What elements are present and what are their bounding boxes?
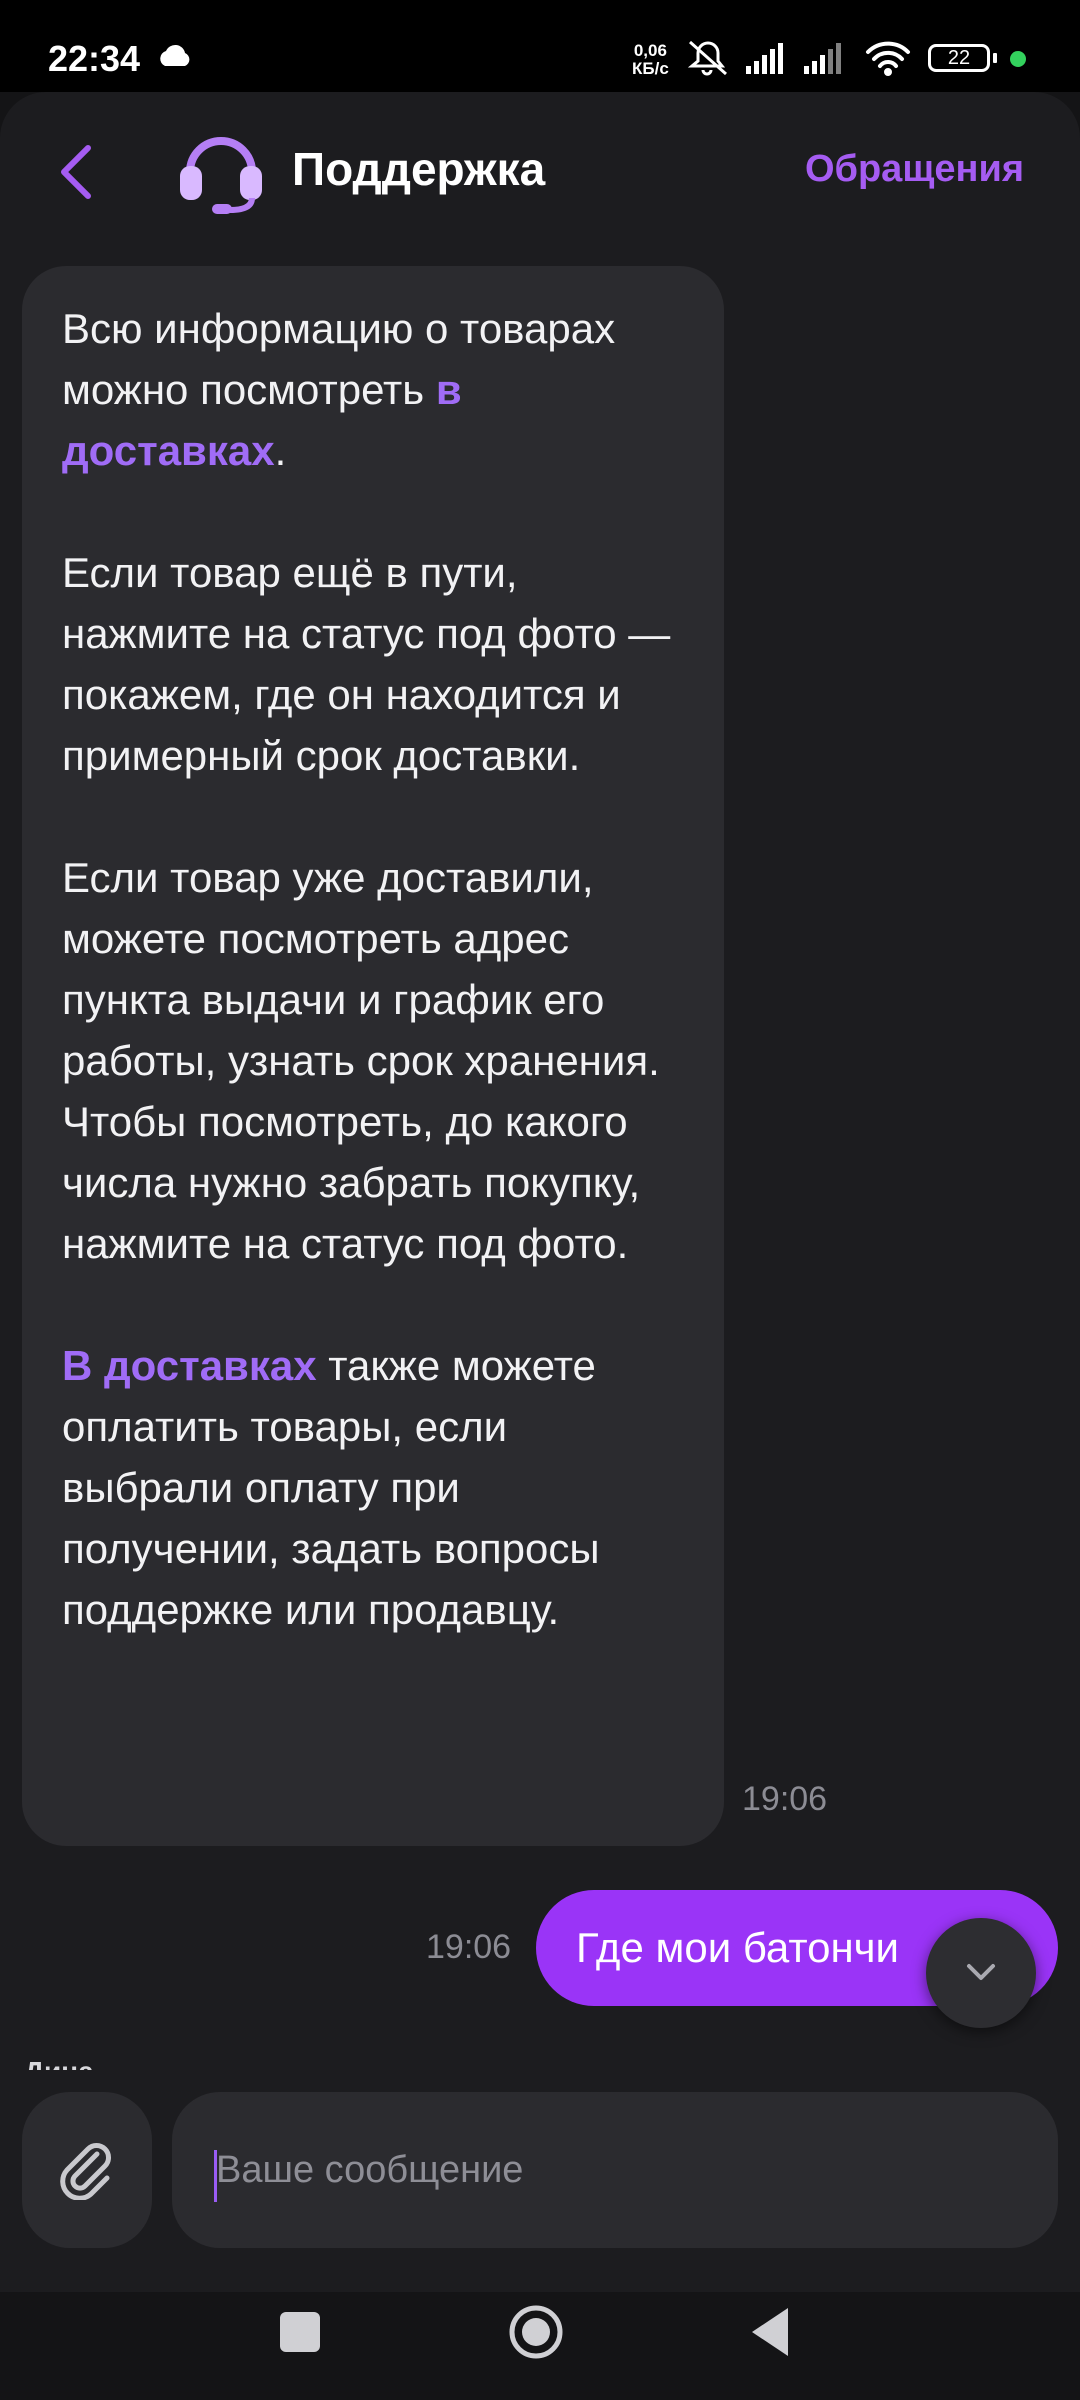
status-icons [687, 40, 910, 76]
scroll-down-button[interactable] [926, 1918, 1036, 2028]
message-paragraph: Всю информацию о товарах можно посмотрет… [62, 305, 616, 474]
message-time: 19:06 [426, 1928, 512, 1966]
message-time: 19:06 [742, 1780, 828, 1818]
incoming-message: Всю информацию о товарах можно посмотрет… [22, 266, 724, 1846]
attach-button[interactable] [22, 2092, 152, 2248]
cloud-icon [160, 44, 190, 66]
mute-icon [687, 40, 727, 76]
paperclip-icon [60, 2143, 111, 2200]
chevron-down-icon [967, 1964, 995, 1980]
privacy-dot [1010, 51, 1026, 67]
recents-button[interactable] [280, 2312, 320, 2352]
status-bar: 22:34 0,06 КБ/с 22 [0, 0, 1080, 92]
network-speed: 0,06 КБ/с [632, 41, 669, 78]
headset-icon [180, 137, 262, 214]
message-paragraph: Если товар ещё в пути, нажмите на статус… [62, 549, 671, 779]
signal-icon [746, 43, 783, 74]
message-paragraph: В доставках также можете оплатить товары… [62, 1342, 600, 1633]
message-paragraph: Если товар уже доставили, можете посмотр… [62, 854, 660, 1267]
home-button[interactable] [508, 2304, 564, 2360]
support-chat-screen: Поддержка Обращения Всю информацию о тов… [0, 92, 1080, 2292]
next-message-partial: Дина [24, 2058, 120, 2070]
back-triangle-icon[interactable] [750, 2306, 790, 2358]
deliveries-link[interactable]: В доставках [62, 1342, 317, 1389]
message-input[interactable]: Ваше сообщение [172, 2092, 1058, 2248]
back-arrow-icon[interactable] [52, 140, 100, 204]
battery-icon: 22 [928, 44, 990, 72]
requests-link[interactable]: Обращения [805, 148, 1024, 191]
page-title: Поддержка [292, 143, 546, 195]
battery-tip [993, 53, 997, 63]
wifi-icon [866, 41, 910, 76]
signal-icon [804, 43, 841, 74]
text-caret [214, 2150, 217, 2202]
status-time: 22:34 [48, 38, 141, 79]
